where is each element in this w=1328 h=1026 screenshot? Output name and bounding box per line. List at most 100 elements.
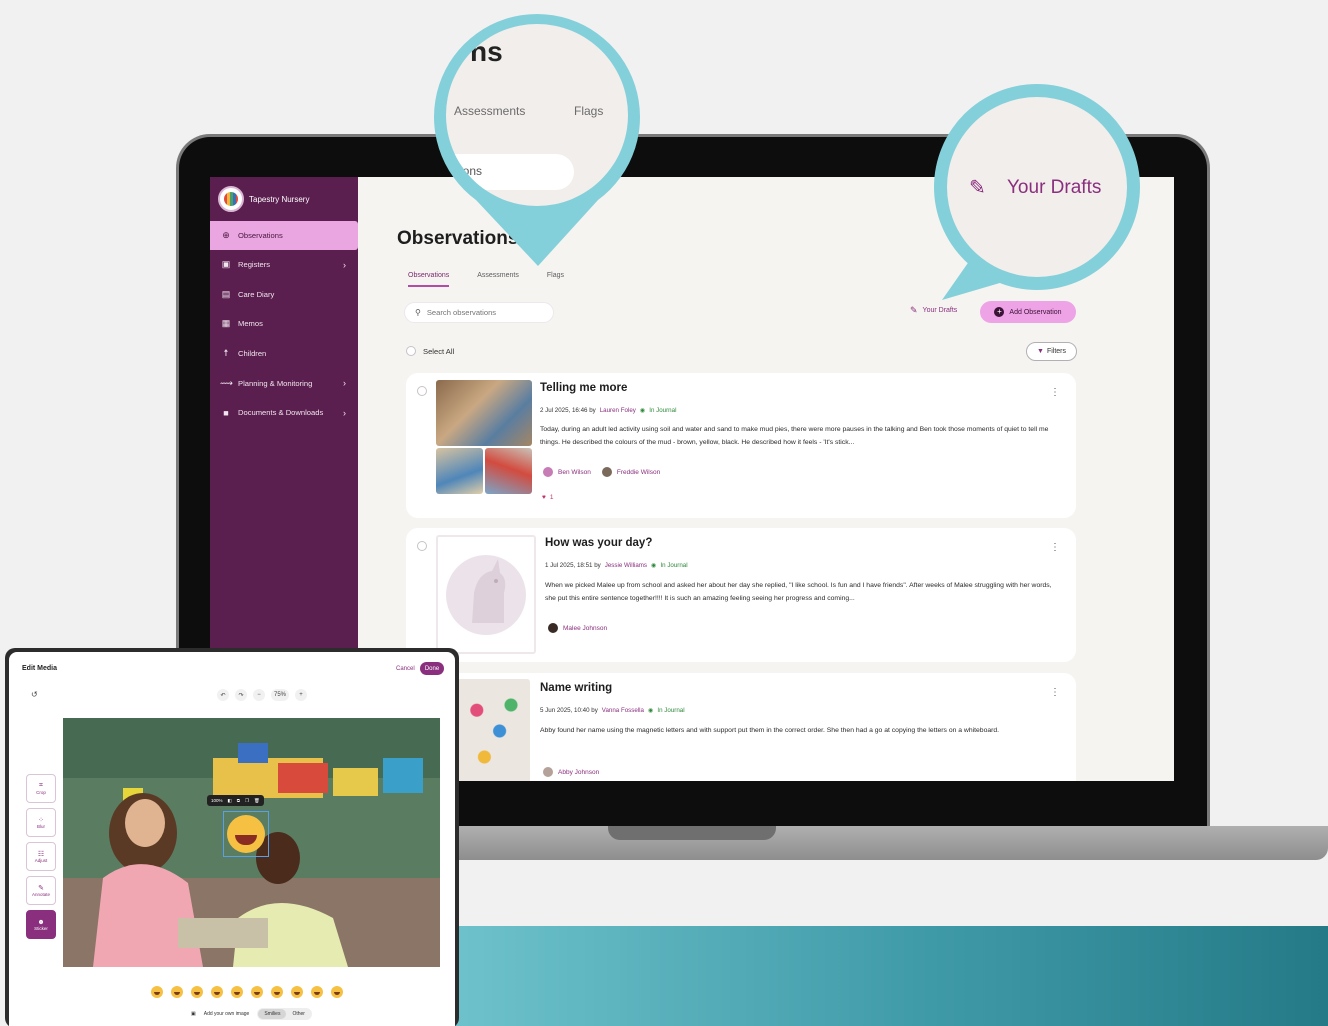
edit-media-panel: Edit Media Cancel Done ↺ ↶ ↷ − 75% + 100… [9, 652, 455, 1026]
card-author[interactable]: Jessie Williams [605, 562, 647, 569]
delete-icon[interactable]: 🗑 [254, 798, 260, 804]
zoom-in-button[interactable]: + [295, 689, 308, 701]
blur-icon: ⁘ [38, 817, 44, 824]
folder-icon: ■ [223, 407, 229, 418]
sidebar-item-children[interactable]: ☨ Children [210, 339, 358, 369]
zoom-out-button[interactable]: − [253, 689, 265, 701]
grin-sweat-face-icon[interactable] [231, 986, 243, 998]
child-tag-label: Ben Wilson [558, 468, 591, 476]
child-tag-label: Freddie Wilson [616, 468, 661, 476]
search-input[interactable] [426, 308, 537, 317]
unicorn-placeholder-icon [446, 555, 526, 635]
card-select-radio[interactable] [417, 386, 427, 396]
observation-card[interactable]: Name writing 5 Jun 2025, 10:40 by Vanna … [406, 673, 1076, 781]
eye-icon: ◉ [639, 407, 646, 414]
tab-observations[interactable]: Observations [408, 270, 450, 287]
card-title[interactable]: How was your day? [545, 537, 652, 549]
sticker-label: Sticker [34, 925, 48, 931]
duplicate-icon[interactable]: ❐ [245, 798, 249, 804]
likes[interactable]: ♥ 1 [542, 494, 553, 501]
flip-icon[interactable]: ◧ [228, 798, 232, 804]
party-face-icon[interactable] [331, 986, 343, 998]
layer-icon[interactable]: ⧉ [237, 798, 240, 803]
card-meta: 2 Jul 2025, 16:46 by Lauren Foley ◉ In J… [540, 407, 676, 414]
journal-status: In Journal [660, 562, 688, 569]
sidebar-item-care-diary[interactable]: ▤ Care Diary [210, 280, 358, 310]
card-author[interactable]: Vanna Fossella [602, 707, 644, 714]
child-tag[interactable]: Abby Johnson [542, 766, 599, 778]
done-button[interactable]: Done [420, 662, 444, 675]
search-icon: ⚲ [415, 308, 421, 317]
memo-icon: ▦ [221, 318, 231, 329]
sidebar-item-documents[interactable]: ■ Documents & Downloads › [210, 398, 358, 428]
select-all-label: Select All [423, 346, 455, 356]
observation-photo [436, 448, 483, 494]
blush-face-icon[interactable] [291, 986, 303, 998]
crop-tool[interactable]: ⌗ Crop [26, 774, 56, 803]
card-title[interactable]: Name writing [540, 682, 612, 694]
smiling-face-sticker[interactable] [227, 815, 265, 853]
sidebar-item-registers[interactable]: ▣ Registers › [210, 250, 358, 280]
sidebar-item-planning[interactable]: ⟿ Planning & Monitoring › [210, 368, 358, 398]
sticker-selection[interactable] [223, 811, 269, 857]
child-tags: Malee Johnson [547, 622, 607, 634]
observation-card[interactable]: Telling me more 2 Jul 2025, 16:46 by Lau… [406, 373, 1076, 518]
child-tag[interactable]: Malee Johnson [547, 622, 607, 634]
heart-eyes-face-icon[interactable] [271, 986, 283, 998]
card-title[interactable]: Telling me more [540, 382, 627, 394]
smilies-option[interactable]: Smilies [258, 1009, 287, 1019]
blur-tool[interactable]: ⁘ Blur [26, 808, 56, 837]
child-tags: Abby Johnson [542, 766, 599, 778]
observation-card[interactable]: How was your day? 1 Jul 2025, 18:51 by J… [406, 528, 1076, 662]
select-all[interactable]: Select All [406, 346, 454, 356]
laughing-face-icon[interactable] [211, 986, 223, 998]
select-all-radio[interactable] [406, 346, 416, 356]
observation-photo [485, 448, 532, 494]
child-tag[interactable]: Freddie Wilson [600, 466, 661, 478]
card-meta: 5 Jun 2025, 10:40 by Vanna Fossella ◉ In… [540, 707, 685, 714]
sticker-tool[interactable]: ☻ Sticker [26, 910, 56, 939]
smiling-face-icon[interactable] [171, 986, 183, 998]
sticker-picker [151, 986, 343, 998]
avatar [542, 766, 554, 778]
redo-icon[interactable]: ↷ [235, 689, 247, 701]
annotate-tool[interactable]: ✎ Annotate [26, 876, 56, 905]
more-options-icon[interactable]: ⋮ [1050, 387, 1060, 398]
filters-button[interactable]: ▼ Filters [1026, 342, 1077, 361]
sidebar-item-observations[interactable]: ⊕ Observations [210, 221, 358, 250]
sunglasses-face-icon[interactable] [311, 986, 323, 998]
happy-face-icon[interactable] [251, 986, 263, 998]
filter-icon: ▼ [1037, 348, 1044, 355]
tab-flags[interactable]: Flags [547, 270, 564, 287]
adjust-tool[interactable]: ☷ Adjust [26, 842, 56, 871]
undo-icon[interactable]: ↶ [217, 689, 229, 701]
cancel-button[interactable]: Cancel [396, 666, 415, 672]
placeholder-image [436, 535, 536, 654]
annotate-label: Annotate [31, 892, 50, 897]
child-tag-label: Malee Johnson [563, 624, 608, 632]
edit-photo-canvas[interactable]: 100% ◧ ⧉ ❐ 🗑 [63, 718, 440, 967]
observation-photo [454, 679, 530, 781]
add-own-image-button[interactable]: Add your own image [204, 1011, 250, 1017]
beaming-face-icon[interactable] [191, 986, 203, 998]
sidebar-item-memos[interactable]: ▦ Memos [210, 309, 358, 339]
your-drafts-button[interactable]: ✎ Your Drafts [910, 305, 957, 316]
brand[interactable]: Tapestry Nursery [210, 177, 358, 221]
child-tag[interactable]: Ben Wilson [542, 466, 591, 478]
card-author[interactable]: Lauren Foley [600, 407, 636, 414]
more-options-icon[interactable]: ⋮ [1050, 687, 1060, 698]
avatar [542, 466, 554, 478]
sticker-mouth [235, 835, 257, 845]
eye-icon: ◉ [648, 707, 654, 714]
heart-icon: ♥ [542, 494, 546, 501]
search-box[interactable]: ⚲ [404, 302, 554, 323]
reset-icon[interactable]: ↺ [31, 690, 38, 699]
avatar [600, 466, 613, 478]
more-options-icon[interactable]: ⋮ [1050, 542, 1060, 553]
avatar [547, 622, 559, 634]
grinning-face-icon[interactable] [151, 986, 163, 998]
card-select-radio[interactable] [417, 541, 427, 551]
nursery-logo [218, 186, 244, 212]
other-option[interactable]: Other [286, 1009, 311, 1019]
tab-assessments[interactable]: Assessments [477, 270, 519, 287]
